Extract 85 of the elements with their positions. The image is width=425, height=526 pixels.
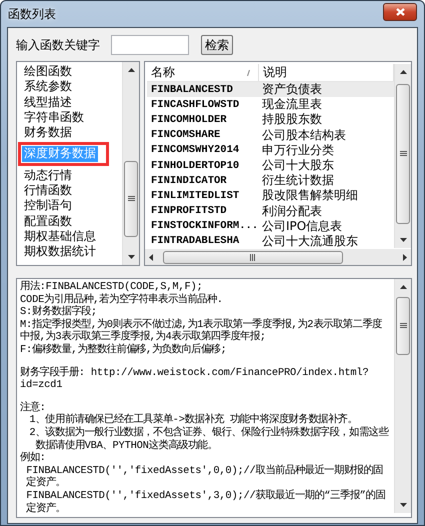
category-item[interactable]: 行情函数 <box>22 183 74 198</box>
scrollbar-thumb[interactable] <box>396 84 410 224</box>
example-line: FINBALANCESTD('','fixedAssets',0,0);//取当前品种最近一期财报的固定资产。 <box>25 464 384 490</box>
notes-heading: 注意: <box>20 402 46 414</box>
function-name: FINPROFITSTD <box>150 205 228 218</box>
usage-line: S:财务数据字段; <box>20 306 98 318</box>
function-name: FINSTOCKINFORM... <box>150 220 259 232</box>
close-icon <box>396 8 404 16</box>
sort-indicator-icon <box>247 70 250 76</box>
usage-line: M:指定季报类型,为0则表示不做过滤,为1表示取第一季度季报,为2表示取第二季度中报,为3表示取第三季度季报,为4表示取第四季度年报; <box>20 318 383 344</box>
category-item[interactable]: 配置函数 <box>22 214 74 229</box>
function-name: FININDICATOR <box>150 174 228 187</box>
function-description: 利润分配表 <box>261 202 323 220</box>
search-label: 输入函数关键字 <box>16 36 101 54</box>
left-arrow-icon[interactable] <box>149 254 153 260</box>
category-item[interactable]: 动态行情 <box>22 168 74 184</box>
function-description: 申万行业分类 <box>261 142 335 159</box>
usage-line: 用法:FINBALANCESTD(CODE,S,M,F); <box>20 281 204 293</box>
function-name: FINBALANCESTD <box>150 84 234 96</box>
function-name: FINCASHFLOWSTD <box>150 98 240 111</box>
note-line: 1、使用前请确保已经在工具菜单->数据补充 功能中将深度财务数据补齐。 <box>28 414 358 426</box>
table-row[interactable]: FINBALANCESTD 资产负债表 <box>147 82 394 98</box>
vertical-scrollbar[interactable] <box>394 64 411 248</box>
example-line: FINBALANCESTD('','fixedAssets',3,0);//获取最近一期的“三季报”的固定资产。 <box>25 490 386 516</box>
function-name: FINCOMSHARE <box>150 129 222 142</box>
category-item[interactable]: 绘图函数 <box>22 64 74 80</box>
down-arrow-icon[interactable] <box>400 238 407 242</box>
table-row[interactable]: FINCOMSWHY2014 申万行业分类 <box>147 142 394 158</box>
table-row[interactable]: FINPROFITSTD 利润分配表 <box>147 204 394 219</box>
function-description: 现金流里表 <box>261 96 323 113</box>
close-button[interactable] <box>383 3 417 21</box>
function-name: FINLIMITEDLIST <box>150 190 240 202</box>
grip-icon <box>400 323 406 329</box>
category-item[interactable]: 线型描述 <box>22 94 74 110</box>
search-button[interactable]: 检索 <box>201 35 233 55</box>
table-row[interactable]: FINHOLDERTOP10 公司十大股东 <box>147 158 394 174</box>
category-item[interactable]: 期权数据统计 <box>22 244 98 260</box>
examples-heading: 例如: <box>20 452 47 464</box>
function-name: FINCOMSWHY2014 <box>150 144 240 156</box>
function-description: 公司十大流通股东 <box>261 232 359 250</box>
function-description: 公司IPO信息表 <box>261 218 344 235</box>
category-item[interactable]: 字符串函数 <box>22 110 86 126</box>
function-name: FINCOMHOLDER <box>150 114 228 126</box>
usage-line: F:偏移数量,为整数往前偏移,为负数向后偏移; <box>20 344 228 357</box>
grip-icon <box>400 151 406 157</box>
function-description: 公司股本结构表 <box>261 126 347 144</box>
up-arrow-icon[interactable] <box>400 285 406 289</box>
table-row[interactable]: FINSTOCKINFORM... 公司IPO信息表 <box>147 218 394 234</box>
column-title: 名称 <box>151 64 175 81</box>
function-description: 资产负债表 <box>261 81 323 98</box>
horizontal-scrollbar[interactable] <box>145 249 411 265</box>
right-arrow-icon[interactable] <box>403 254 407 260</box>
up-arrow-icon[interactable] <box>400 70 406 74</box>
function-description: 公司十大股东 <box>261 157 335 174</box>
search-field[interactable] <box>111 35 189 55</box>
category-item[interactable]: 系统参数 <box>22 79 74 95</box>
function-name: FINHOLDERTOP10 <box>150 160 240 172</box>
function-description: 衍生统计数据 <box>261 172 335 189</box>
table-row[interactable]: FINLIMITEDLIST 股改限售解禁明细 <box>147 188 394 204</box>
function-description: 持股股东数 <box>261 111 323 128</box>
usage-line: CODE为引用品种,若为空字符串表示当前品种. <box>20 294 224 306</box>
table-row[interactable]: FININDICATOR 衍生统计数据 <box>147 173 394 188</box>
table-row[interactable]: FINCOMSHARE 公司股本结构表 <box>147 128 394 143</box>
scrollbar-thumb[interactable] <box>396 297 410 355</box>
note-line: 2、该数据为一般行业数据，不包含证券、银行、保险行业特殊数据字段，如需这些数据请使用VBA、PYTHON这类高级功能。 <box>29 426 390 452</box>
category-item[interactable]: 财务数据 <box>22 125 74 140</box>
function-description: 股改限售解禁明细 <box>261 187 359 204</box>
window-title: 函数列表 <box>7 6 56 22</box>
table-row[interactable]: FINTRADABLESHA 公司十大流通股东 <box>147 234 394 250</box>
grip-icon <box>128 196 134 202</box>
up-arrow-icon[interactable] <box>128 68 134 72</box>
vertical-scrollbar[interactable] <box>122 62 139 265</box>
function-name: FINTRADABLESHA <box>150 235 240 248</box>
vertical-scrollbar[interactable] <box>394 279 411 513</box>
column-title: 说明 <box>263 64 287 81</box>
manual-line: 财务字段手册: http://www.weistock.com/FinancePRO/index.html?id=zcd1 <box>20 366 370 392</box>
table-row[interactable]: FINCASHFLOWSTD 现金流里表 <box>147 97 394 112</box>
grip-icon <box>250 254 256 260</box>
scrollbar-thumb[interactable] <box>163 250 343 264</box>
table-row[interactable]: FINCOMHOLDER 持股股东数 <box>147 112 394 128</box>
down-arrow-icon[interactable] <box>128 255 135 259</box>
down-arrow-icon[interactable] <box>400 503 407 507</box>
category-item[interactable]: 期权基础信息 <box>22 228 98 244</box>
category-item[interactable]: 控制语句 <box>22 198 74 214</box>
scrollbar-thumb[interactable] <box>124 161 138 237</box>
